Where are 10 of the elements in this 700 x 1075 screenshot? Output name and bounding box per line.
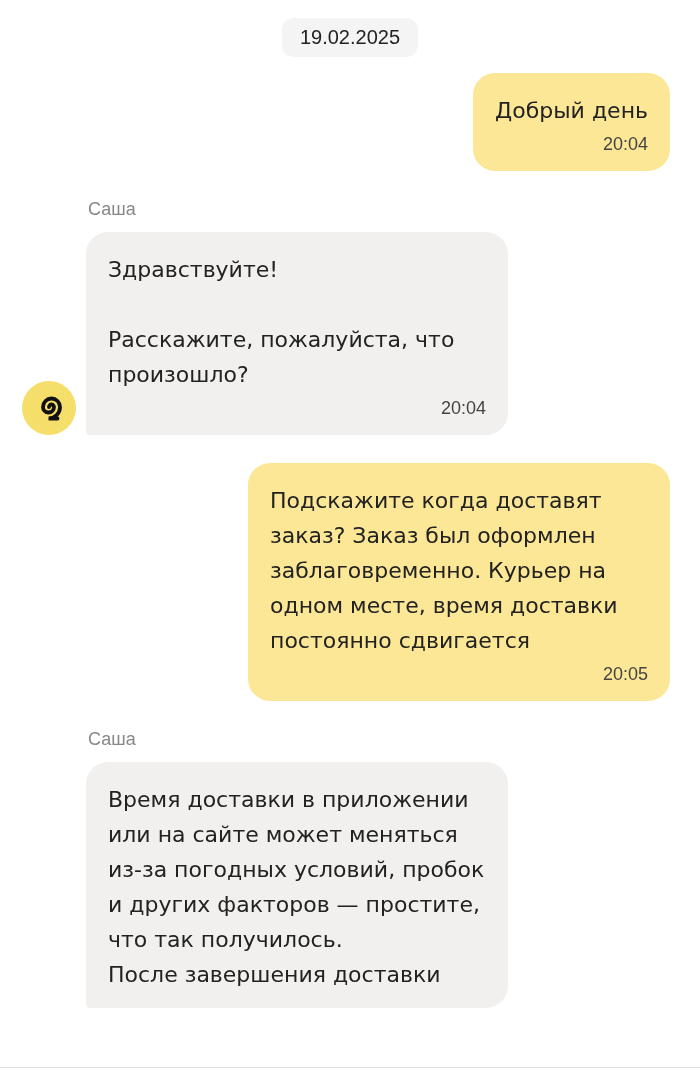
message-text: Здравствуйте! Расскажите, пожалуйста, что произошло? — [108, 256, 456, 389]
message-text: Подскажите когда доставят заказ? Заказ был оформлен заблаговременно. Курьер на одном месте, время доставки постоянно сдвигается — [270, 487, 619, 655]
date-chip: 19.02.2025 — [281, 18, 419, 57]
sender-name: Саша — [87, 199, 137, 220]
sender-name: Саша — [87, 729, 137, 750]
message-time: 20:04 — [439, 398, 486, 419]
message-time: 20:05 — [601, 664, 648, 685]
message-text: Время доставки в приложении или на сайте может меняться из-за погодных условий, пробок и других факторов — простите, что так получилось. После завершения доставки — [108, 786, 486, 989]
message-time: 20:04 — [601, 134, 648, 155]
message-text: Добрый день — [495, 97, 648, 125]
